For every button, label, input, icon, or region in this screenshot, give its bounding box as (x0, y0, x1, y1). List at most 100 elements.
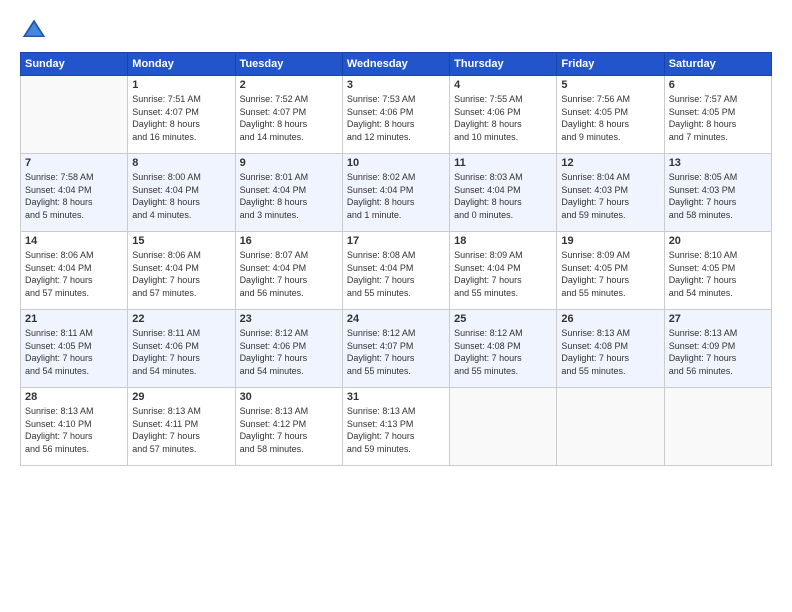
day-info: Sunrise: 7:58 AMSunset: 4:04 PMDaylight:… (25, 171, 123, 221)
day-info: Sunrise: 7:55 AMSunset: 4:06 PMDaylight:… (454, 93, 552, 143)
calendar-cell: 1 Sunrise: 7:51 AMSunset: 4:07 PMDaylight… (128, 76, 235, 154)
day-number: 29 (132, 391, 230, 403)
day-number: 31 (347, 391, 445, 403)
calendar-cell (664, 388, 771, 466)
day-number: 20 (669, 235, 767, 247)
day-info: Sunrise: 7:52 AMSunset: 4:07 PMDaylight:… (240, 93, 338, 143)
day-info: Sunrise: 8:11 AMSunset: 4:06 PMDaylight:… (132, 327, 230, 377)
calendar-cell: 7 Sunrise: 7:58 AMSunset: 4:04 PMDaylight… (21, 154, 128, 232)
day-info: Sunrise: 8:09 AMSunset: 4:04 PMDaylight:… (454, 249, 552, 299)
day-info: Sunrise: 8:10 AMSunset: 4:05 PMDaylight:… (669, 249, 767, 299)
calendar-cell: 18 Sunrise: 8:09 AMSunset: 4:04 PMDayligh… (450, 232, 557, 310)
day-number: 23 (240, 313, 338, 325)
calendar-cell: 31 Sunrise: 8:13 AMSunset: 4:13 PMDayligh… (342, 388, 449, 466)
day-info: Sunrise: 8:00 AMSunset: 4:04 PMDaylight:… (132, 171, 230, 221)
day-number: 14 (25, 235, 123, 247)
day-number: 18 (454, 235, 552, 247)
calendar-row: 28 Sunrise: 8:13 AMSunset: 4:10 PMDayligh… (21, 388, 772, 466)
day-info: Sunrise: 7:56 AMSunset: 4:05 PMDaylight:… (561, 93, 659, 143)
day-info: Sunrise: 8:01 AMSunset: 4:04 PMDaylight:… (240, 171, 338, 221)
calendar-cell (557, 388, 664, 466)
day-info: Sunrise: 8:13 AMSunset: 4:09 PMDaylight:… (669, 327, 767, 377)
day-number: 10 (347, 157, 445, 169)
day-number: 12 (561, 157, 659, 169)
day-number: 11 (454, 157, 552, 169)
calendar-cell: 2 Sunrise: 7:52 AMSunset: 4:07 PMDaylight… (235, 76, 342, 154)
day-info: Sunrise: 7:51 AMSunset: 4:07 PMDaylight:… (132, 93, 230, 143)
weekday-header: Friday (557, 53, 664, 76)
day-number: 28 (25, 391, 123, 403)
weekday-header: Thursday (450, 53, 557, 76)
calendar-cell: 9 Sunrise: 8:01 AMSunset: 4:04 PMDaylight… (235, 154, 342, 232)
calendar-cell: 25Sunrise: 8:12 AMSunset: 4:08 PMDayligh… (450, 310, 557, 388)
calendar-cell: 17Sunrise: 8:08 AMSunset: 4:04 PMDayligh… (342, 232, 449, 310)
calendar-cell: 14 Sunrise: 8:06 AMSunset: 4:04 PMDayligh… (21, 232, 128, 310)
day-number: 2 (240, 79, 338, 91)
weekday-header: Saturday (664, 53, 771, 76)
calendar-cell: 27 Sunrise: 8:13 AMSunset: 4:09 PMDayligh… (664, 310, 771, 388)
calendar-cell: 12 Sunrise: 8:04 AMSunset: 4:03 PMDayligh… (557, 154, 664, 232)
day-number: 21 (25, 313, 123, 325)
calendar-cell: 28 Sunrise: 8:13 AMSunset: 4:10 PMDayligh… (21, 388, 128, 466)
calendar-cell: 15Sunrise: 8:06 AMSunset: 4:04 PMDayligh… (128, 232, 235, 310)
day-number: 22 (132, 313, 230, 325)
day-number: 6 (669, 79, 767, 91)
day-info: Sunrise: 8:13 AMSunset: 4:10 PMDaylight:… (25, 405, 123, 455)
day-info: Sunrise: 7:57 AMSunset: 4:05 PMDaylight:… (669, 93, 767, 143)
calendar-cell: 26Sunrise: 8:13 AMSunset: 4:08 PMDayligh… (557, 310, 664, 388)
day-info: Sunrise: 7:53 AMSunset: 4:06 PMDaylight:… (347, 93, 445, 143)
calendar-cell: 8 Sunrise: 8:00 AMSunset: 4:04 PMDaylight… (128, 154, 235, 232)
calendar-row: 14 Sunrise: 8:06 AMSunset: 4:04 PMDayligh… (21, 232, 772, 310)
day-info: Sunrise: 8:13 AMSunset: 4:13 PMDaylight:… (347, 405, 445, 455)
day-info: Sunrise: 8:11 AMSunset: 4:05 PMDaylight:… (25, 327, 123, 377)
calendar-cell: 10 Sunrise: 8:02 AMSunset: 4:04 PMDayligh… (342, 154, 449, 232)
calendar-row: 7 Sunrise: 7:58 AMSunset: 4:04 PMDaylight… (21, 154, 772, 232)
day-number: 30 (240, 391, 338, 403)
day-info: Sunrise: 8:12 AMSunset: 4:07 PMDaylight:… (347, 327, 445, 377)
calendar-cell: 21 Sunrise: 8:11 AMSunset: 4:05 PMDayligh… (21, 310, 128, 388)
day-info: Sunrise: 8:05 AMSunset: 4:03 PMDaylight:… (669, 171, 767, 221)
weekday-header: Sunday (21, 53, 128, 76)
calendar-row: 1 Sunrise: 7:51 AMSunset: 4:07 PMDaylight… (21, 76, 772, 154)
calendar-cell: 19Sunrise: 8:09 AMSunset: 4:05 PMDayligh… (557, 232, 664, 310)
header (20, 16, 772, 44)
calendar-cell (21, 76, 128, 154)
weekday-header: Monday (128, 53, 235, 76)
day-info: Sunrise: 8:08 AMSunset: 4:04 PMDaylight:… (347, 249, 445, 299)
day-info: Sunrise: 8:13 AMSunset: 4:11 PMDaylight:… (132, 405, 230, 455)
header-row: SundayMondayTuesdayWednesdayThursdayFrid… (21, 53, 772, 76)
logo (20, 16, 52, 44)
day-number: 15 (132, 235, 230, 247)
day-info: Sunrise: 8:12 AMSunset: 4:06 PMDaylight:… (240, 327, 338, 377)
day-number: 1 (132, 79, 230, 91)
day-info: Sunrise: 8:13 AMSunset: 4:12 PMDaylight:… (240, 405, 338, 455)
weekday-header: Wednesday (342, 53, 449, 76)
calendar-cell (450, 388, 557, 466)
day-info: Sunrise: 8:02 AMSunset: 4:04 PMDaylight:… (347, 171, 445, 221)
day-number: 27 (669, 313, 767, 325)
day-number: 4 (454, 79, 552, 91)
day-info: Sunrise: 8:13 AMSunset: 4:08 PMDaylight:… (561, 327, 659, 377)
calendar-cell: 4 Sunrise: 7:55 AMSunset: 4:06 PMDaylight… (450, 76, 557, 154)
day-number: 13 (669, 157, 767, 169)
weekday-header: Tuesday (235, 53, 342, 76)
calendar-cell: 23 Sunrise: 8:12 AMSunset: 4:06 PMDayligh… (235, 310, 342, 388)
day-number: 16 (240, 235, 338, 247)
day-info: Sunrise: 8:04 AMSunset: 4:03 PMDaylight:… (561, 171, 659, 221)
calendar-cell: 5Sunrise: 7:56 AMSunset: 4:05 PMDaylight… (557, 76, 664, 154)
day-number: 19 (561, 235, 659, 247)
day-number: 3 (347, 79, 445, 91)
day-number: 7 (25, 157, 123, 169)
day-info: Sunrise: 8:06 AMSunset: 4:04 PMDaylight:… (25, 249, 123, 299)
day-number: 8 (132, 157, 230, 169)
calendar-cell: 22 Sunrise: 8:11 AMSunset: 4:06 PMDayligh… (128, 310, 235, 388)
day-info: Sunrise: 8:03 AMSunset: 4:04 PMDaylight:… (454, 171, 552, 221)
day-number: 25 (454, 313, 552, 325)
calendar-cell: 3 Sunrise: 7:53 AMSunset: 4:06 PMDaylight… (342, 76, 449, 154)
calendar-cell: 24 Sunrise: 8:12 AMSunset: 4:07 PMDayligh… (342, 310, 449, 388)
calendar-cell: 30 Sunrise: 8:13 AMSunset: 4:12 PMDayligh… (235, 388, 342, 466)
day-number: 9 (240, 157, 338, 169)
page: SundayMondayTuesdayWednesdayThursdayFrid… (0, 0, 792, 612)
calendar-cell: 11 Sunrise: 8:03 AMSunset: 4:04 PMDayligh… (450, 154, 557, 232)
day-number: 24 (347, 313, 445, 325)
